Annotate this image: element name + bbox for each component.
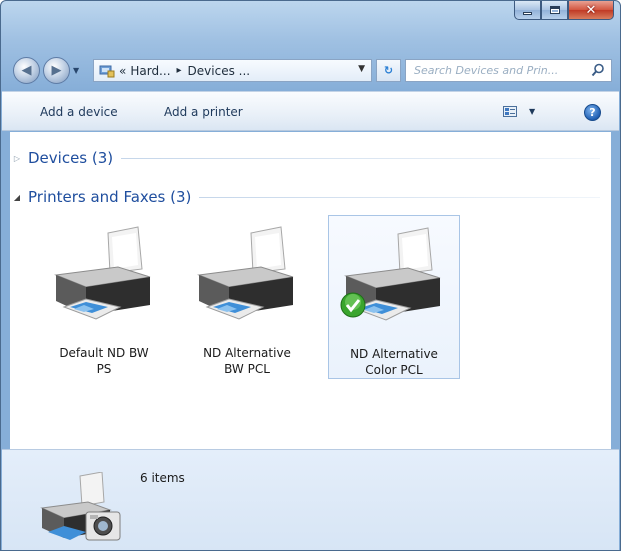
control-panel-icon [98, 63, 115, 78]
search-icon[interactable] [591, 63, 605, 80]
address-crumb-devices[interactable]: Devices ... [188, 64, 251, 78]
group-header-devices[interactable]: ▷ Devices (3) [10, 149, 600, 167]
devices-and-printers-icon [36, 471, 126, 542]
help-icon: ? [589, 106, 596, 119]
default-check-icon [340, 292, 366, 318]
search-input[interactable] [414, 64, 589, 77]
close-icon: ✕ [585, 2, 597, 18]
details-pane: 6 items [2, 449, 619, 550]
printer-label-line: ND Alternative [203, 346, 291, 360]
printer-label: ND Alternative BW PCL [192, 345, 302, 377]
search-box[interactable] [405, 59, 612, 82]
collapse-arrow-icon[interactable]: ◢ [10, 193, 24, 202]
address-overflow[interactable]: « [119, 64, 126, 78]
printer-icon [46, 225, 162, 325]
printer-label-line: BW PCL [224, 362, 270, 376]
expand-arrow-icon[interactable]: ▷ [10, 154, 24, 163]
change-view-button[interactable]: ▼ [503, 106, 535, 117]
title-bar: ✕ [1, 1, 620, 51]
back-button[interactable]: ◀ [13, 57, 40, 84]
content-pane: ▷ Devices (3) ◢ Printers and Faxes (3) D… [10, 132, 611, 449]
arrow-left-icon: ◀ [21, 63, 32, 78]
address-separator[interactable]: ▸ [177, 65, 182, 76]
minimize-icon [523, 11, 532, 15]
printer-tile[interactable]: Default ND BW PS [38, 215, 170, 379]
navigation-row: ◀ ▶ ▼ « Hard... ▸ Devices ... ▼ ↻ [1, 51, 620, 89]
printer-label-line: ND Alternative [350, 347, 438, 361]
refresh-button[interactable]: ↻ [376, 59, 401, 82]
help-button[interactable]: ? [584, 104, 601, 121]
add-printer-button[interactable]: Add a printer [164, 105, 243, 119]
printer-label-line: Default ND BW [59, 346, 149, 360]
group-label-printers: Printers and Faxes (3) [28, 188, 192, 206]
add-device-button[interactable]: Add a device [40, 105, 118, 119]
printer-label: Default ND BW PS [49, 345, 159, 377]
group-divider [199, 196, 600, 198]
printer-tile[interactable]: ND Alternative BW PCL [181, 215, 313, 379]
arrow-right-icon: ▶ [51, 63, 62, 78]
printer-tile-selected[interactable]: ND Alternative Color PCL [328, 215, 460, 379]
group-divider [121, 157, 600, 159]
group-header-printers[interactable]: ◢ Printers and Faxes (3) [10, 188, 600, 206]
address-dropdown-icon[interactable]: ▼ [358, 64, 365, 74]
printer-label-line: PS [96, 362, 112, 376]
recent-pages-dropdown[interactable]: ▼ [73, 66, 79, 75]
printer-label: ND Alternative Color PCL [339, 346, 449, 378]
item-count: 6 items [140, 471, 185, 485]
forward-button[interactable]: ▶ [43, 57, 70, 84]
maximize-icon [549, 6, 560, 14]
printer-label-line: Color PCL [365, 363, 423, 377]
explorer-window: ✕ ◀ ▶ ▼ « Hard... ▸ Devices ... ▼ ↻ Sear… [0, 0, 621, 551]
view-icon [503, 106, 517, 117]
group-label-devices: Devices (3) [28, 149, 114, 167]
address-bar[interactable]: « Hard... ▸ Devices ... ▼ [93, 59, 372, 82]
maximize-button[interactable] [541, 1, 568, 20]
command-bar: Add a device Add a printer ▼ ? [2, 91, 619, 131]
refresh-icon: ↻ [383, 64, 394, 77]
view-dropdown-icon[interactable]: ▼ [529, 107, 535, 116]
caption-buttons: ✕ [514, 1, 614, 20]
address-crumb-hardware[interactable]: Hard... [130, 64, 170, 78]
close-button[interactable]: ✕ [568, 1, 614, 20]
minimize-button[interactable] [514, 1, 541, 20]
printer-icon [336, 226, 452, 326]
printer-icon [189, 225, 305, 325]
